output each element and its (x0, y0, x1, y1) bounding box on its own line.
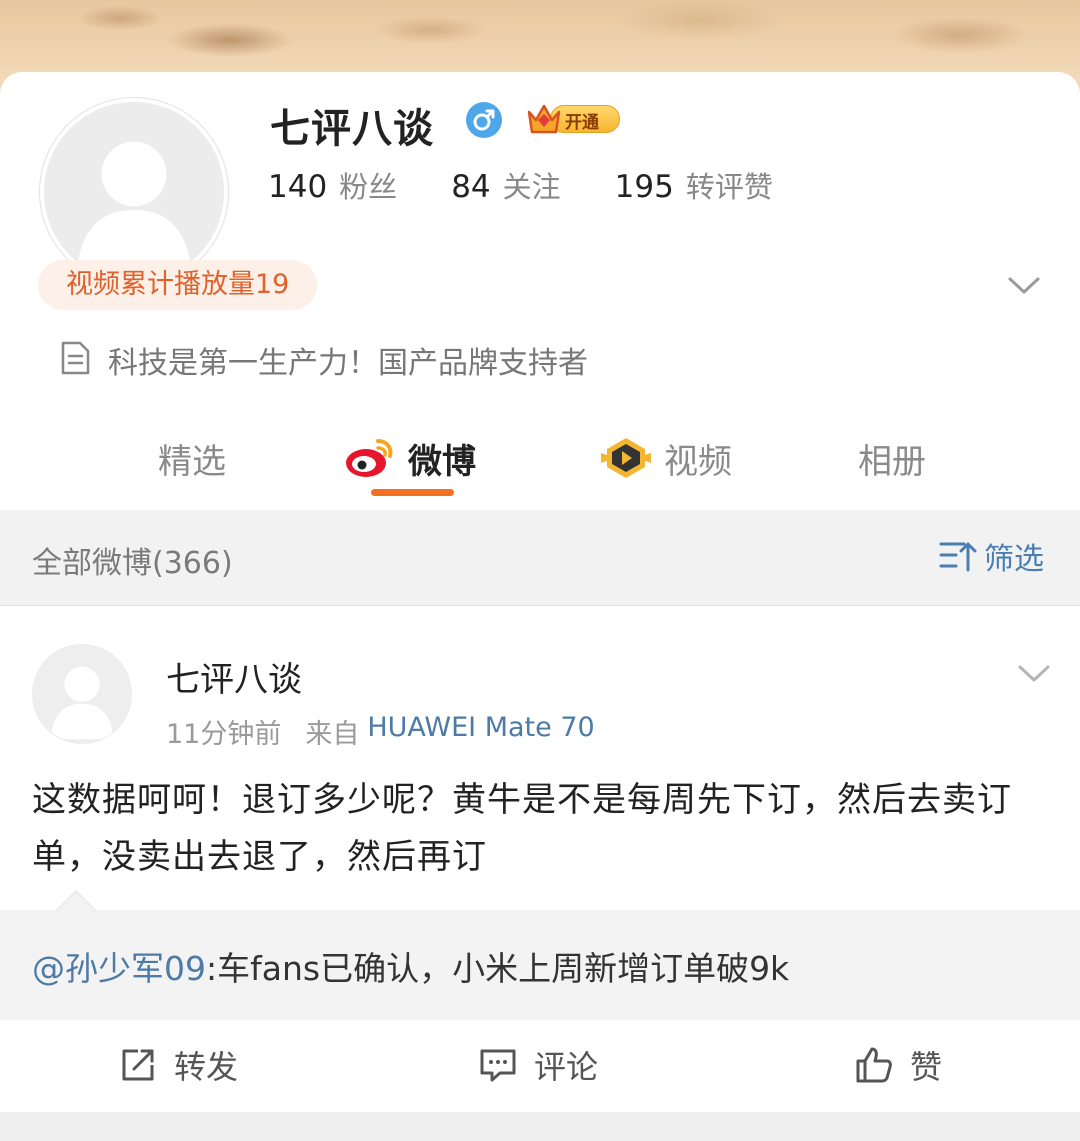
video-views-pill[interactable]: 视频累计播放量19 (38, 260, 318, 310)
tab-label: 精选 (158, 441, 226, 482)
tab-label: 微博 (408, 441, 476, 482)
tab-label: 视频 (664, 441, 732, 482)
profile-name: 七评八谈 (270, 106, 434, 152)
quote-text: :车fans已确认，小米上周新增订单破9k (206, 949, 790, 988)
filter-label: 筛选 (984, 542, 1044, 577)
stat-label: 粉丝 (339, 170, 398, 204)
comment-button[interactable]: 评论 (478, 1042, 598, 1088)
stat-number: 195 (614, 169, 674, 205)
quote-line: @孙少军09 :车fans已确认，小米上周新增订单破9k (32, 942, 789, 990)
stat-followers[interactable]: 140 粉丝 (268, 164, 398, 205)
filter-button[interactable]: 筛选 (938, 536, 1044, 577)
stat-following[interactable]: 84 关注 (451, 164, 561, 205)
post-author-avatar[interactable] (32, 644, 132, 744)
post-source-prefix: 来自 (305, 719, 360, 750)
stat-label: 关注 (502, 170, 561, 204)
profile-avatar[interactable] (40, 98, 228, 286)
tab-video[interactable]: 视频 (598, 430, 732, 486)
like-button[interactable]: 赞 (854, 1042, 942, 1088)
profile-tabs: 精选 微博 视频 相册 (0, 420, 1080, 510)
post-device[interactable]: HUAWEI Mate 70 (367, 712, 594, 751)
default-avatar-icon (44, 102, 224, 282)
tab-weibo[interactable]: 微博 (342, 430, 476, 486)
post-time: 11分钟前 (166, 719, 282, 750)
stat-number: 84 (451, 169, 491, 205)
repost-icon (122, 1049, 154, 1081)
mention-link[interactable]: @孙少军09 (32, 942, 206, 990)
post-actions: 转发 评论 赞 (0, 1020, 1080, 1112)
filter-bar: 全部微博(366) 筛选 (0, 510, 1080, 606)
chevron-down-icon[interactable] (1004, 270, 1044, 300)
stat-number: 140 (268, 169, 328, 205)
post-author-name[interactable]: 七评八谈 (166, 652, 302, 701)
tab-album[interactable]: 相册 (858, 430, 926, 486)
document-icon (61, 341, 90, 375)
profile-stats: 140 粉丝 84 关注 195 转评赞 (268, 164, 827, 205)
quote-notch (56, 890, 96, 930)
post-text: 这数据呵呵！退订多少呢？黄牛是不是每周先下订，然后去卖订单，没卖出去退了，然后再… (32, 780, 1012, 877)
active-tab-indicator (371, 489, 454, 496)
all-posts-count: 全部微博(366) (32, 546, 233, 581)
quoted-repost[interactable]: @孙少军09 :车fans已确认，小米上周新增订单破9k (0, 890, 1080, 1020)
tab-label: 相册 (858, 441, 926, 482)
weibo-profile-page: 七评八谈 开通 140 粉丝 84 关注 195 转评赞 视频累计播放量19 科… (0, 0, 1080, 1141)
stat-interactions[interactable]: 195 转评赞 (614, 164, 773, 205)
tab-featured[interactable]: 精选 (158, 430, 226, 486)
thumbs-up-icon (856, 1047, 892, 1083)
comment-label: 评论 (534, 1048, 599, 1086)
repost-button[interactable]: 转发 (118, 1042, 238, 1088)
chevron-down-icon[interactable] (1014, 658, 1054, 688)
comment-icon (480, 1049, 516, 1082)
stat-label: 转评赞 (685, 170, 773, 204)
vip-label: 开通 (565, 113, 599, 133)
crown-icon (527, 104, 561, 134)
male-gender-icon (466, 102, 502, 138)
vip-open-badge[interactable]: 开通 (524, 100, 620, 136)
filter-icon (939, 542, 977, 572)
profile-bio: 科技是第一生产力！国产品牌支持者 (108, 346, 588, 381)
like-label: 赞 (910, 1048, 943, 1086)
post-meta: 11分钟前 来自 HUAWEI Mate 70 (166, 712, 595, 751)
feed-separator (0, 1112, 1080, 1141)
default-avatar-icon (33, 645, 131, 743)
weibo-post: 七评八谈 11分钟前 来自 HUAWEI Mate 70 这数据呵呵！退订多少呢… (0, 606, 1080, 1141)
video-play-icon (601, 438, 651, 478)
weibo-logo-icon (346, 439, 393, 477)
repost-label: 转发 (174, 1048, 239, 1086)
